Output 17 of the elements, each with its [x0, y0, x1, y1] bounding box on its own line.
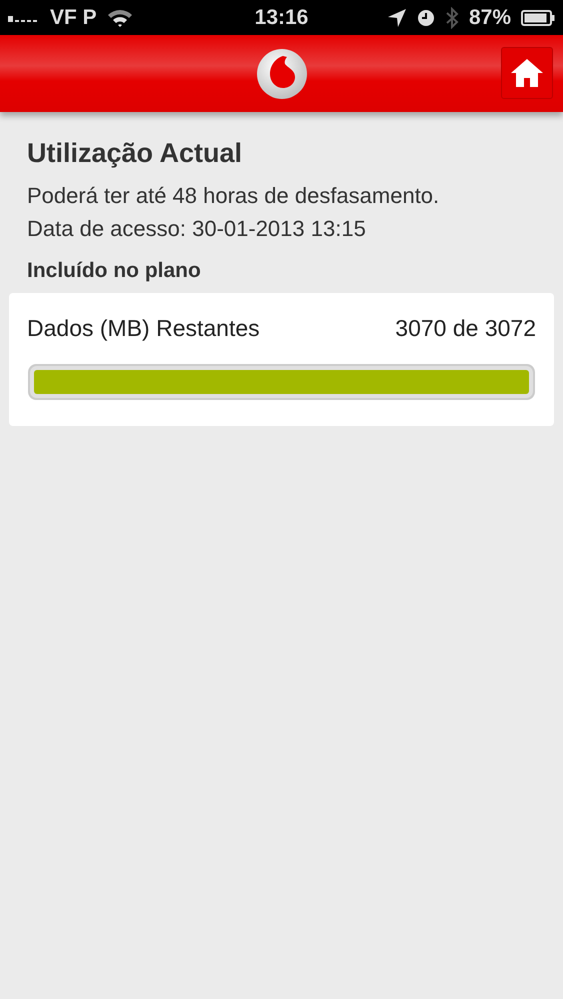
- item-label: Dados (MB) Restantes: [27, 315, 260, 342]
- clock-icon: [416, 8, 435, 26]
- battery-icon: [521, 10, 555, 26]
- bluetooth-icon: [444, 6, 459, 28]
- page-title: Utilização Actual: [26, 138, 244, 169]
- usage-reading: 3070 de 3072: [395, 315, 536, 342]
- home-icon: [510, 58, 544, 88]
- home-button[interactable]: [501, 47, 553, 99]
- logo-icon: [256, 48, 308, 100]
- info-text: Data de acesso: 30-01-2013 13:15: [26, 215, 367, 243]
- location-arrow-icon: [386, 8, 407, 28]
- status-time: 13:16: [254, 6, 308, 30]
- wifi-icon: [106, 8, 133, 28]
- section-heading: Incluído no plano: [26, 259, 202, 283]
- info-text: Poderá ter até 48 horas de desfasamento.: [26, 182, 440, 210]
- battery-percent: 87%: [468, 6, 511, 30]
- carrier-name: VF P: [50, 6, 97, 30]
